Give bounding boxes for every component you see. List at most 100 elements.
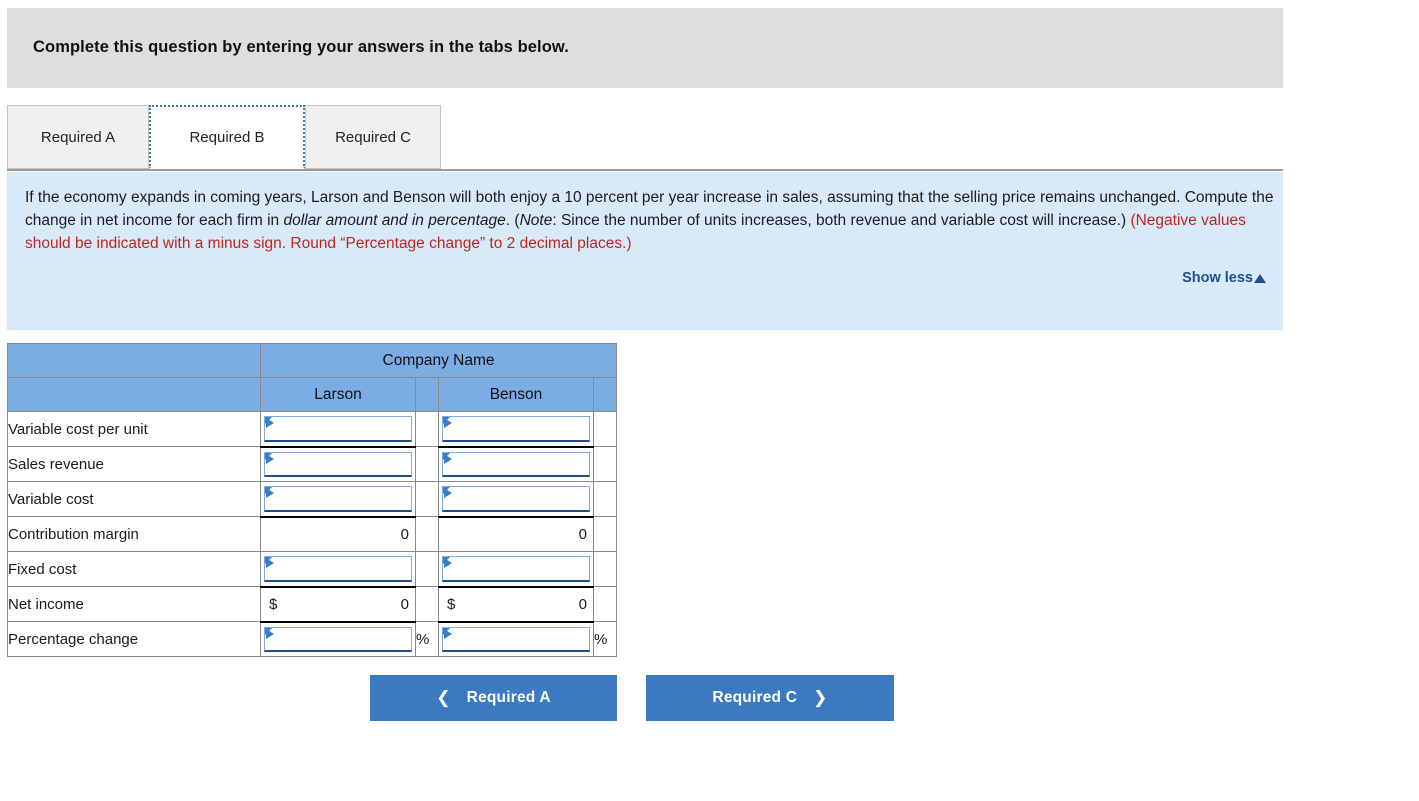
cell-marker-icon: [266, 488, 274, 498]
row-label-contribution-margin: Contribution margin: [7, 516, 261, 552]
input-larson-fixed-cost[interactable]: [264, 556, 412, 582]
tab-required-c[interactable]: Required C: [305, 105, 441, 169]
unit-header-benson: [593, 377, 617, 412]
prev-button-label: Required A: [466, 689, 551, 706]
unit-larson-contribution-margin: [415, 516, 439, 552]
cell-larson-contribution-margin: 0: [260, 515, 416, 552]
tab-required-a-label: Required A: [40, 128, 116, 146]
unit-benson-variable-cost-per-unit: [593, 411, 617, 447]
value-benson-contribution-margin: 0: [439, 518, 593, 552]
question-italic-2: Note: [519, 212, 553, 229]
unit-benson-fixed-cost: [593, 551, 617, 587]
input-larson-variable-cost[interactable]: [264, 486, 412, 512]
cell-marker-icon: [444, 558, 452, 568]
input-larson-percentage-change[interactable]: [264, 626, 412, 652]
table-row: Variable cost per unit: [7, 411, 617, 447]
chevron-right-icon: ❯: [813, 688, 828, 707]
unit-larson-variable-cost: [415, 481, 439, 517]
column-header-benson: Benson: [438, 377, 594, 412]
tab-bar: Required A Required B Required C: [7, 103, 1283, 171]
table-row: Variable cost: [7, 481, 617, 517]
unit-larson-fixed-cost: [415, 551, 439, 587]
table-row: Net income $ 0 $ 0: [7, 585, 617, 623]
cell-marker-icon: [266, 558, 274, 568]
row-label-variable-cost: Variable cost: [7, 481, 261, 517]
tab-underline-divider: [7, 169, 1283, 171]
table-row: Fixed cost: [7, 551, 617, 587]
tab-required-c-label: Required C: [335, 128, 411, 146]
next-button-label: Required C: [712, 689, 798, 706]
next-required-c-button[interactable]: Required C ❯: [646, 675, 894, 721]
input-benson-sales-revenue[interactable]: [442, 451, 590, 477]
row-label-sales-revenue: Sales revenue: [7, 446, 261, 482]
question-italic-1: dollar amount and in percentage: [283, 212, 506, 229]
cell-benson-sales-revenue[interactable]: [438, 445, 594, 482]
table-row: Sales revenue: [7, 445, 617, 482]
cell-marker-icon: [444, 628, 452, 639]
input-benson-variable-cost-per-unit[interactable]: [442, 416, 590, 442]
corner-cell: [7, 343, 261, 378]
value-benson-net-income: $ 0: [439, 588, 593, 621]
row-label-net-income: Net income: [7, 586, 261, 622]
amount: 0: [578, 595, 587, 613]
table-column-header-row: Larson Benson: [7, 377, 617, 412]
cell-benson-percentage-change[interactable]: [438, 621, 594, 657]
table-row: Percentage change % %: [7, 621, 617, 657]
instruction-banner: Complete this question by entering your …: [7, 8, 1283, 88]
currency-symbol: $: [269, 595, 278, 613]
tab-required-b[interactable]: Required B: [149, 105, 305, 169]
cell-larson-sales-revenue[interactable]: [260, 445, 416, 482]
input-benson-variable-cost[interactable]: [442, 486, 590, 512]
cell-benson-variable-cost[interactable]: [438, 481, 594, 517]
instruction-text: Complete this question by entering your …: [33, 38, 569, 56]
table-body: Variable cost per unit Sales revenue Var…: [7, 411, 617, 657]
input-larson-variable-cost-per-unit[interactable]: [264, 416, 412, 442]
tab-required-a[interactable]: Required A: [7, 105, 149, 169]
amount: 0: [400, 525, 409, 543]
caret-up-icon: [1254, 273, 1266, 283]
input-larson-sales-revenue[interactable]: [264, 451, 412, 477]
prev-required-a-button[interactable]: ❮ Required A: [370, 675, 617, 721]
unit-larson-variable-cost-per-unit: [415, 411, 439, 447]
table-row: Contribution margin 0 0: [7, 515, 617, 552]
value-larson-contribution-margin: 0: [261, 518, 415, 552]
input-benson-percentage-change[interactable]: [442, 626, 590, 652]
row-label-percentage-change: Percentage change: [7, 621, 261, 657]
table-group-header-row: Company Name: [7, 343, 617, 378]
question-part-2: . (: [505, 212, 520, 229]
group-header-company-name: Company Name: [260, 343, 617, 378]
unit-larson-net-income: [415, 586, 439, 622]
unit-header-larson: [415, 377, 439, 412]
unit-benson-variable-cost: [593, 481, 617, 517]
cell-benson-variable-cost-per-unit[interactable]: [438, 411, 594, 447]
cell-marker-icon: [444, 453, 452, 464]
tab-required-b-label: Required B: [189, 128, 265, 146]
cell-benson-net-income: $ 0: [438, 585, 594, 623]
cell-marker-icon: [266, 453, 274, 464]
cell-larson-net-income: $ 0: [260, 585, 416, 623]
cell-marker-icon: [266, 628, 274, 639]
unit-larson-sales-revenue: [415, 446, 439, 482]
unit-benson-net-income: [593, 586, 617, 622]
cell-benson-contribution-margin: 0: [438, 515, 594, 552]
row-label-variable-cost-per-unit: Variable cost per unit: [7, 411, 261, 447]
row-label-fixed-cost: Fixed cost: [7, 551, 261, 587]
cell-marker-icon: [444, 418, 452, 428]
show-less-label: Show less: [1182, 270, 1253, 286]
column-header-larson: Larson: [260, 377, 416, 412]
cell-marker-icon: [444, 488, 452, 498]
corner-cell-2: [7, 377, 261, 412]
currency-symbol: $: [447, 595, 456, 613]
question-part-3: : Since the number of units increases, b…: [552, 212, 1131, 229]
cell-larson-fixed-cost[interactable]: [260, 551, 416, 587]
question-prompt: If the economy expands in coming years, …: [25, 186, 1275, 255]
unit-benson-contribution-margin: [593, 516, 617, 552]
input-benson-fixed-cost[interactable]: [442, 556, 590, 582]
show-less-toggle[interactable]: Show less: [1182, 270, 1266, 286]
cell-larson-percentage-change[interactable]: [260, 621, 416, 657]
cell-larson-variable-cost[interactable]: [260, 481, 416, 517]
cell-marker-icon: [266, 418, 274, 428]
answer-table: Company Name Larson Benson Variable cost…: [7, 343, 617, 657]
cell-benson-fixed-cost[interactable]: [438, 551, 594, 587]
cell-larson-variable-cost-per-unit[interactable]: [260, 411, 416, 447]
